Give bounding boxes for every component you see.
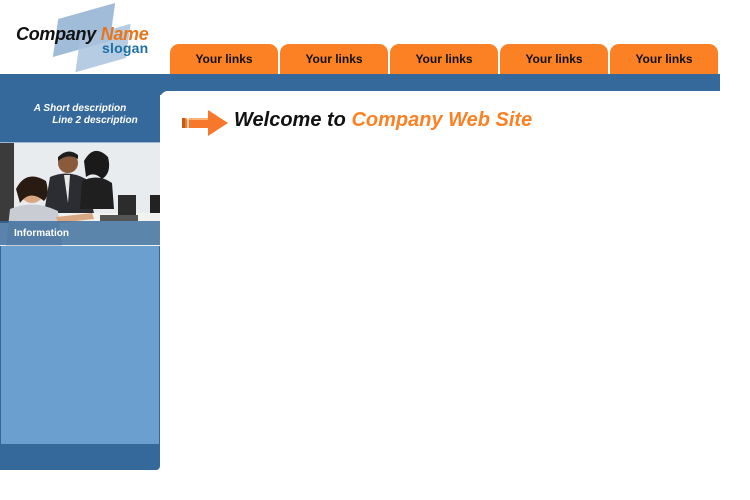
main-content: Welcome to Company Web Site xyxy=(160,91,720,491)
welcome-company-site: Company Web Site xyxy=(351,109,533,131)
logo-slogan: slogan xyxy=(102,40,149,56)
arrow-right-icon xyxy=(182,110,228,136)
description-line-1: A Short description xyxy=(33,103,127,114)
company-logo[interactable]: Company Name slogan xyxy=(14,2,164,73)
sidebar: A Short description Line 2 description I… xyxy=(0,95,160,470)
information-label: Information xyxy=(14,227,69,239)
description-line-2: Line 2 description xyxy=(52,115,138,126)
logo-company: Company xyxy=(16,24,96,44)
welcome-heading: Welcome to Company Web Site xyxy=(234,109,532,132)
nav-tabs: Your links Your links Your links Your li… xyxy=(170,44,718,74)
nav-tab-5[interactable]: Your links xyxy=(610,44,718,74)
information-link[interactable]: Information xyxy=(0,221,160,245)
sidebar-panel xyxy=(1,246,159,444)
site-description: A Short description Line 2 description xyxy=(0,103,160,127)
nav-tab-2[interactable]: Your links xyxy=(280,44,388,74)
nav-tab-1[interactable]: Your links xyxy=(170,44,278,74)
nav-tab-3[interactable]: Your links xyxy=(390,44,498,74)
nav-tab-4[interactable]: Your links xyxy=(500,44,608,74)
welcome-prefix: Welcome to xyxy=(234,109,346,131)
